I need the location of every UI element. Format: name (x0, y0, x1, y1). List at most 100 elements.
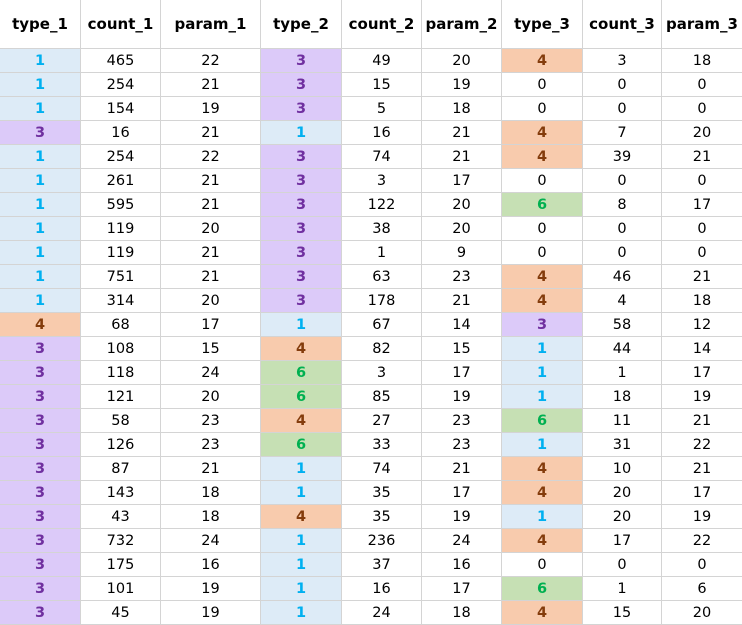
cell-param-2[interactable]: 24 (421, 528, 502, 553)
cell-type-3[interactable]: 4 (501, 264, 583, 289)
cell-type-3[interactable]: 1 (501, 336, 583, 361)
cell-param-2[interactable]: 15 (421, 336, 502, 361)
cell-count-2[interactable]: 85 (341, 384, 422, 409)
cell-param-3[interactable]: 19 (661, 504, 742, 529)
cell-count-2[interactable]: 3 (341, 360, 422, 385)
cell-type-1[interactable]: 1 (0, 144, 81, 169)
cell-type-1[interactable]: 1 (0, 48, 81, 73)
cell-param-1[interactable]: 23 (160, 432, 261, 457)
cell-param-1[interactable]: 18 (160, 480, 261, 505)
cell-count-3[interactable]: 0 (582, 240, 662, 265)
cell-param-3[interactable]: 21 (661, 408, 742, 433)
cell-count-2[interactable]: 49 (341, 48, 422, 73)
cell-count-3[interactable]: 7 (582, 120, 662, 145)
cell-count-3[interactable]: 0 (582, 72, 662, 97)
cell-count-2[interactable]: 1 (341, 240, 422, 265)
cell-type-1[interactable]: 3 (0, 120, 81, 145)
cell-param-2[interactable]: 18 (421, 96, 502, 121)
cell-type-3[interactable]: 4 (501, 456, 583, 481)
cell-count-2[interactable]: 74 (341, 144, 422, 169)
cell-count-2[interactable]: 35 (341, 504, 422, 529)
cell-type-1[interactable]: 3 (0, 408, 81, 433)
cell-count-1[interactable]: 101 (80, 576, 161, 601)
cell-type-3[interactable]: 0 (501, 240, 583, 265)
cell-type-2[interactable]: 1 (260, 480, 342, 505)
cell-count-2[interactable]: 37 (341, 552, 422, 577)
column-header-count-1[interactable]: count_1 (80, 0, 161, 49)
cell-param-1[interactable]: 19 (160, 96, 261, 121)
cell-type-3[interactable]: 1 (501, 504, 583, 529)
cell-count-3[interactable]: 17 (582, 528, 662, 553)
cell-param-2[interactable]: 17 (421, 360, 502, 385)
cell-param-1[interactable]: 17 (160, 312, 261, 337)
cell-type-3[interactable]: 0 (501, 168, 583, 193)
cell-count-1[interactable]: 254 (80, 144, 161, 169)
cell-count-1[interactable]: 87 (80, 456, 161, 481)
cell-type-2[interactable]: 4 (260, 408, 342, 433)
cell-param-2[interactable]: 19 (421, 72, 502, 97)
cell-type-3[interactable]: 1 (501, 360, 583, 385)
cell-count-2[interactable]: 16 (341, 576, 422, 601)
cell-count-2[interactable]: 82 (341, 336, 422, 361)
cell-type-1[interactable]: 1 (0, 96, 81, 121)
cell-param-2[interactable]: 20 (421, 192, 502, 217)
cell-param-3[interactable]: 21 (661, 456, 742, 481)
cell-type-3[interactable]: 6 (501, 192, 583, 217)
cell-type-2[interactable]: 3 (260, 240, 342, 265)
cell-param-1[interactable]: 19 (160, 576, 261, 601)
cell-param-3[interactable]: 14 (661, 336, 742, 361)
cell-type-1[interactable]: 3 (0, 432, 81, 457)
cell-param-3[interactable]: 18 (661, 48, 742, 73)
cell-count-2[interactable]: 67 (341, 312, 422, 337)
cell-count-1[interactable]: 58 (80, 408, 161, 433)
cell-type-2[interactable]: 1 (260, 312, 342, 337)
cell-type-1[interactable]: 1 (0, 288, 81, 313)
cell-count-2[interactable]: 16 (341, 120, 422, 145)
cell-param-3[interactable]: 0 (661, 240, 742, 265)
cell-count-2[interactable]: 35 (341, 480, 422, 505)
cell-type-3[interactable]: 4 (501, 600, 583, 625)
cell-param-2[interactable]: 21 (421, 288, 502, 313)
cell-type-2[interactable]: 3 (260, 216, 342, 241)
cell-count-1[interactable]: 119 (80, 240, 161, 265)
cell-param-3[interactable]: 0 (661, 72, 742, 97)
cell-param-1[interactable]: 24 (160, 528, 261, 553)
cell-type-2[interactable]: 6 (260, 384, 342, 409)
cell-param-2[interactable]: 21 (421, 144, 502, 169)
cell-count-2[interactable]: 3 (341, 168, 422, 193)
cell-count-3[interactable]: 11 (582, 408, 662, 433)
cell-param-1[interactable]: 21 (160, 168, 261, 193)
cell-param-2[interactable]: 9 (421, 240, 502, 265)
cell-count-1[interactable]: 732 (80, 528, 161, 553)
cell-count-2[interactable]: 15 (341, 72, 422, 97)
cell-count-3[interactable]: 0 (582, 96, 662, 121)
cell-param-3[interactable]: 20 (661, 120, 742, 145)
cell-type-3[interactable]: 0 (501, 216, 583, 241)
cell-type-1[interactable]: 1 (0, 216, 81, 241)
cell-count-1[interactable]: 126 (80, 432, 161, 457)
cell-type-1[interactable]: 3 (0, 600, 81, 625)
cell-param-3[interactable]: 18 (661, 288, 742, 313)
cell-param-1[interactable]: 20 (160, 384, 261, 409)
cell-count-2[interactable]: 122 (341, 192, 422, 217)
cell-type-1[interactable]: 3 (0, 384, 81, 409)
cell-param-3[interactable]: 6 (661, 576, 742, 601)
column-header-param-3[interactable]: param_3 (661, 0, 742, 49)
cell-param-3[interactable]: 21 (661, 144, 742, 169)
cell-count-2[interactable]: 74 (341, 456, 422, 481)
cell-param-2[interactable]: 23 (421, 432, 502, 457)
cell-param-1[interactable]: 24 (160, 360, 261, 385)
cell-count-3[interactable]: 1 (582, 576, 662, 601)
cell-type-3[interactable]: 0 (501, 96, 583, 121)
cell-type-1[interactable]: 3 (0, 504, 81, 529)
cell-param-3[interactable]: 0 (661, 552, 742, 577)
cell-count-3[interactable]: 0 (582, 552, 662, 577)
cell-count-2[interactable]: 27 (341, 408, 422, 433)
cell-param-3[interactable]: 17 (661, 192, 742, 217)
cell-param-1[interactable]: 18 (160, 504, 261, 529)
cell-param-3[interactable]: 0 (661, 96, 742, 121)
cell-param-1[interactable]: 21 (160, 120, 261, 145)
cell-type-2[interactable]: 6 (260, 432, 342, 457)
cell-count-2[interactable]: 178 (341, 288, 422, 313)
cell-count-3[interactable]: 3 (582, 48, 662, 73)
